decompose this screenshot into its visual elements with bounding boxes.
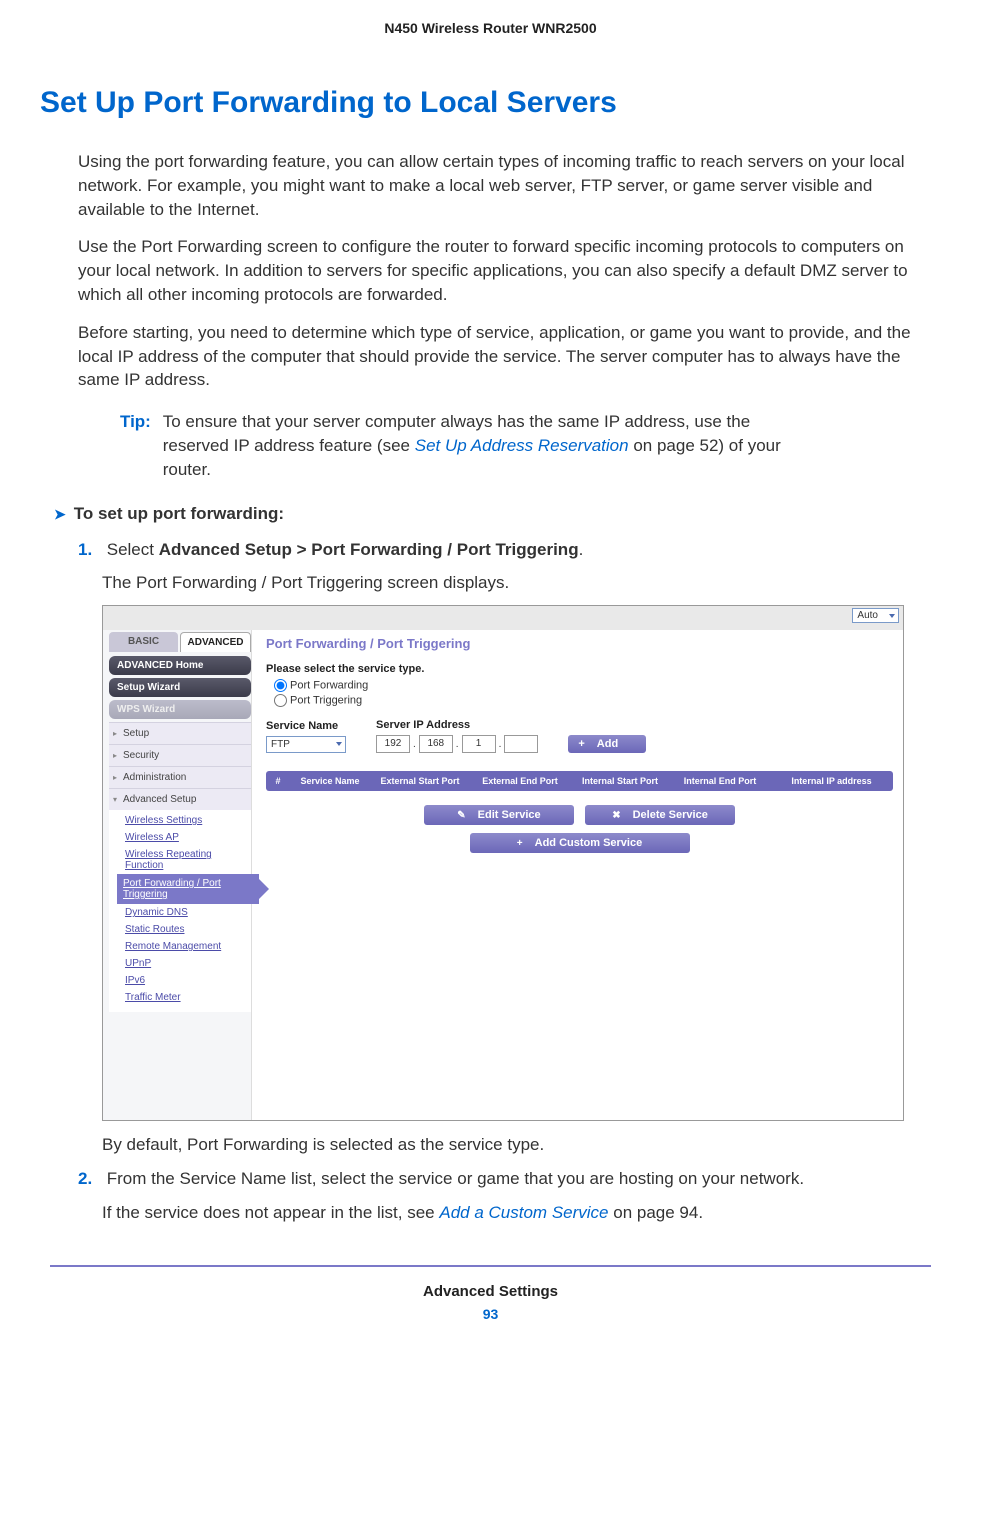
- step-2-sub-after: on page 94.: [609, 1203, 704, 1222]
- tip-content: To ensure that your server computer alwa…: [163, 410, 803, 481]
- server-ip-label: Server IP Address: [376, 719, 538, 731]
- step-2-text: From the Service Name list, select the s…: [107, 1169, 804, 1188]
- step-2-number: 2.: [78, 1167, 102, 1191]
- nav-wireless-repeating[interactable]: Wireless Repeating Function: [123, 846, 251, 874]
- nav-port-forwarding[interactable]: Port Forwarding / Port Triggering: [117, 874, 259, 904]
- nav-wps-wizard[interactable]: WPS Wizard: [109, 700, 251, 719]
- nav-remote-management[interactable]: Remote Management: [123, 938, 251, 955]
- ip-octet-4[interactable]: [504, 735, 538, 753]
- ip-octet-1[interactable]: 192: [376, 735, 410, 753]
- th-service-name: Service Name: [290, 771, 370, 791]
- screenshot-main: Port Forwarding / Port Triggering Please…: [251, 630, 903, 1120]
- step-2-sub: If the service does not appear in the li…: [102, 1201, 931, 1225]
- intro-paragraph-1: Using the port forwarding feature, you c…: [78, 150, 931, 221]
- screenshot-page-title: Port Forwarding / Port Triggering: [266, 636, 893, 651]
- service-name-select[interactable]: FTP: [266, 736, 346, 753]
- footer-page-number: 93: [50, 1306, 931, 1322]
- nav-sublist: Wireless Settings Wireless AP Wireless R…: [109, 810, 251, 1012]
- ip-dot: .: [456, 739, 459, 750]
- tip-link[interactable]: Set Up Address Reservation: [415, 436, 629, 455]
- tip-label: Tip:: [120, 410, 158, 434]
- service-name-label: Service Name: [266, 720, 346, 732]
- th-internal-ip: Internal IP address: [770, 771, 893, 791]
- ip-octet-3[interactable]: 1: [462, 735, 496, 753]
- edit-service-label: Edit Service: [478, 809, 541, 821]
- tab-basic[interactable]: BASIC: [109, 632, 178, 652]
- nav-advanced-home[interactable]: ADVANCED Home: [109, 656, 251, 675]
- delete-service-label: Delete Service: [633, 809, 708, 821]
- screenshot-sidebar: BASIC ADVANCED ADVANCED Home Setup Wizar…: [103, 630, 251, 1120]
- language-select[interactable]: Auto: [852, 608, 899, 623]
- pencil-icon: ✎: [457, 810, 465, 821]
- step-1-number: 1.: [78, 538, 102, 562]
- plus-icon: +: [517, 838, 523, 849]
- radio-port-triggering[interactable]: [274, 694, 287, 707]
- intro-paragraph-3: Before starting, you need to determine w…: [78, 321, 931, 392]
- service-type-label: Please select the service type.: [266, 663, 893, 675]
- add-button-label: Add: [597, 738, 618, 750]
- th-number: #: [266, 771, 290, 791]
- radio-port-triggering-row[interactable]: Port Triggering: [274, 694, 893, 707]
- add-button[interactable]: + Add: [568, 735, 646, 753]
- nav-administration[interactable]: Administration: [109, 766, 251, 788]
- step-2: 2. From the Service Name list, select th…: [102, 1167, 931, 1191]
- intro-paragraph-2: Use the Port Forwarding screen to config…: [78, 235, 931, 306]
- nav-wireless-ap[interactable]: Wireless AP: [123, 829, 251, 846]
- screenshot-topbar: Auto: [103, 606, 903, 630]
- footer-title: Advanced Settings: [50, 1283, 931, 1300]
- th-external-start: External Start Port: [370, 771, 470, 791]
- nav-wireless-settings[interactable]: Wireless Settings: [123, 812, 251, 829]
- plus-icon: +: [578, 738, 584, 750]
- radio-port-forwarding-row[interactable]: Port Forwarding: [274, 679, 893, 692]
- nav-dynamic-dns[interactable]: Dynamic DNS: [123, 904, 251, 921]
- step-1-bold: Advanced Setup > Port Forwarding / Port …: [159, 540, 579, 559]
- ip-octet-2[interactable]: 168: [419, 735, 453, 753]
- th-internal-start: Internal Start Port: [570, 771, 670, 791]
- radio-port-triggering-label: Port Triggering: [290, 695, 362, 707]
- router-screenshot: Auto BASIC ADVANCED ADVANCED Home Setup …: [102, 605, 904, 1121]
- document-header: N450 Wireless Router WNR2500: [50, 20, 931, 36]
- edit-service-button[interactable]: ✎ Edit Service: [424, 805, 574, 825]
- nav-static-routes[interactable]: Static Routes: [123, 921, 251, 938]
- page-footer: Advanced Settings 93: [50, 1265, 931, 1322]
- step-1-after-screenshot: By default, Port Forwarding is selected …: [102, 1133, 931, 1157]
- step-1: 1. Select Advanced Setup > Port Forwardi…: [102, 538, 931, 562]
- ip-dot: .: [413, 739, 416, 750]
- nav-traffic-meter[interactable]: Traffic Meter: [123, 989, 251, 1006]
- step-1-after: .: [579, 540, 584, 559]
- table-header: # Service Name External Start Port Exter…: [266, 771, 893, 791]
- radio-port-forwarding-label: Port Forwarding: [290, 680, 368, 692]
- step-1-before: Select: [107, 540, 159, 559]
- step-2-link[interactable]: Add a Custom Service: [439, 1203, 608, 1222]
- delete-service-button[interactable]: ✖ Delete Service: [585, 805, 735, 825]
- section-title: Set Up Port Forwarding to Local Servers: [40, 86, 931, 120]
- th-internal-end: Internal End Port: [670, 771, 770, 791]
- add-custom-service-button[interactable]: + Add Custom Service: [470, 833, 690, 853]
- server-ip-group: 192. 168. 1.: [376, 735, 538, 753]
- nav-security[interactable]: Security: [109, 744, 251, 766]
- nav-setup-wizard[interactable]: Setup Wizard: [109, 678, 251, 697]
- nav-upnp[interactable]: UPnP: [123, 955, 251, 972]
- close-icon: ✖: [612, 810, 620, 821]
- nav-setup[interactable]: Setup: [109, 722, 251, 744]
- add-custom-service-label: Add Custom Service: [535, 837, 643, 849]
- step-2-sub-before: If the service does not appear in the li…: [102, 1203, 439, 1222]
- step-1-sub: The Port Forwarding / Port Triggering sc…: [102, 571, 931, 595]
- step-1-text: Select Advanced Setup > Port Forwarding …: [107, 540, 584, 559]
- th-external-end: External End Port: [470, 771, 570, 791]
- nav-ipv6[interactable]: IPv6: [123, 972, 251, 989]
- radio-port-forwarding[interactable]: [274, 679, 287, 692]
- ip-dot: .: [499, 739, 502, 750]
- nav-advanced-setup[interactable]: Advanced Setup: [109, 788, 251, 810]
- tab-advanced[interactable]: ADVANCED: [180, 632, 251, 652]
- procedure-heading: To set up port forwarding:: [78, 504, 931, 524]
- tip-block: Tip: To ensure that your server computer…: [120, 410, 931, 481]
